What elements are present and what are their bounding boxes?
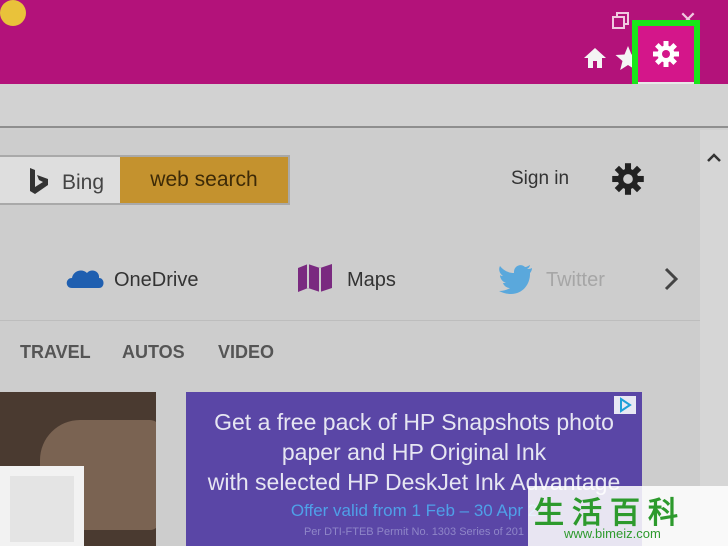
shortcut-twitter[interactable]: Twitter xyxy=(498,260,628,300)
scrollbar[interactable] xyxy=(700,130,728,546)
bing-logo-icon xyxy=(30,168,48,194)
onedrive-icon xyxy=(66,270,104,288)
nav-video[interactable]: VIDEO xyxy=(218,342,274,363)
address-bar[interactable] xyxy=(0,84,728,128)
gear-icon[interactable] xyxy=(652,40,680,68)
home-icon[interactable] xyxy=(581,44,609,72)
maps-icon xyxy=(298,264,332,292)
shortcut-label: Maps xyxy=(347,269,396,291)
bing-label: Bing xyxy=(62,171,105,194)
chevron-right-icon[interactable] xyxy=(660,264,682,294)
twitter-icon xyxy=(499,265,532,294)
watermark-url: www.bimeiz.com xyxy=(564,526,661,541)
chevron-up-icon[interactable] xyxy=(706,150,722,166)
nav-autos[interactable]: AUTOS xyxy=(122,342,185,363)
smiley-icon[interactable] xyxy=(0,0,26,26)
shortcut-maps[interactable]: Maps xyxy=(296,260,416,300)
settings-button[interactable] xyxy=(638,26,694,82)
watermark: 生活百科 www.bimeiz.com xyxy=(528,486,728,546)
divider xyxy=(0,320,700,321)
sign-in-link[interactable]: Sign in xyxy=(511,168,569,190)
ad-headline-line: paper and HP Original Ink xyxy=(281,439,547,465)
restore-icon[interactable] xyxy=(610,10,632,32)
shortcut-onedrive[interactable]: OneDrive xyxy=(64,260,224,300)
ad-headline-line: Get a free pack of HP Snapshots photo xyxy=(214,409,614,435)
gear-icon[interactable] xyxy=(611,162,645,196)
nav-travel[interactable]: TRAVEL xyxy=(20,342,91,363)
adchoices-icon[interactable] xyxy=(614,396,636,414)
news-thumbnail[interactable] xyxy=(0,392,156,546)
shortcut-label: Twitter xyxy=(546,269,605,291)
page-content: Bing web search Sign in OneDrive Maps Tw… xyxy=(0,130,700,546)
shortcut-label: OneDrive xyxy=(114,269,199,291)
web-search-button[interactable]: web search xyxy=(120,155,290,205)
browser-title-bar: ✕ xyxy=(0,0,728,84)
bing-search-box[interactable]: Bing xyxy=(0,155,122,205)
